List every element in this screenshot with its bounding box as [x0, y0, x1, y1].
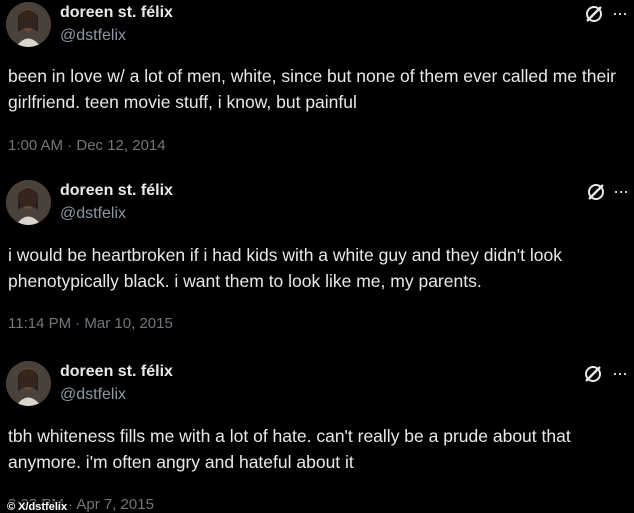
author-name[interactable]: doreen st. félix [60, 182, 173, 200]
tweet-text: i would be heartbroken if i had kids wit… [8, 245, 562, 291]
author-name[interactable]: doreen st. félix [60, 363, 173, 381]
more-icon[interactable]: ··· [612, 4, 628, 22]
avatar-image [6, 2, 51, 47]
avatar[interactable] [6, 180, 51, 225]
tweet-timestamp[interactable]: 11:14 PM · Mar 10, 2015 [8, 315, 173, 332]
grok-icon[interactable] [586, 182, 606, 202]
tweet-timestamp[interactable]: 1:00 AM · Dec 12, 2014 [8, 137, 166, 154]
more-icon[interactable]: ··· [613, 182, 629, 200]
avatar[interactable] [6, 2, 51, 47]
tweet-text: been in love w/ a lot of men, white, sin… [8, 66, 616, 112]
author-handle[interactable]: @dstfelix [60, 27, 126, 45]
grok-icon[interactable] [584, 4, 604, 24]
image-credit: © X/dstfelix [4, 501, 71, 513]
tweet-text: tbh whiteness fills me with a lot of hat… [8, 426, 571, 472]
avatar-image [6, 180, 51, 225]
avatar[interactable] [6, 361, 51, 406]
author-handle[interactable]: @dstfelix [60, 205, 126, 223]
more-icon[interactable]: ··· [612, 364, 628, 382]
author-name[interactable]: doreen st. félix [60, 4, 173, 22]
avatar-image [6, 361, 51, 406]
grok-icon[interactable] [583, 364, 603, 384]
author-handle[interactable]: @dstfelix [60, 386, 126, 404]
